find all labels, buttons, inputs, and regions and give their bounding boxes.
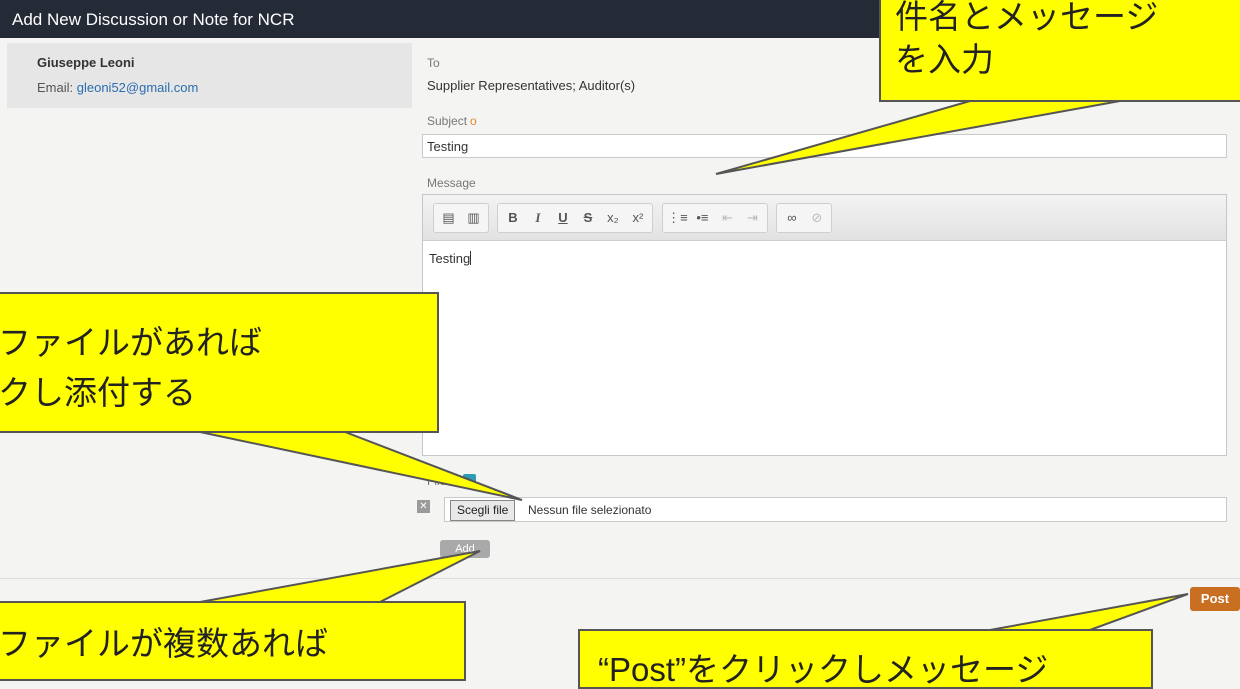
italic-icon[interactable]: I xyxy=(525,204,550,232)
subscript-icon[interactable]: x₂ xyxy=(600,204,625,232)
user-card: Giuseppe Leoni Email: gleoni52@gmail.com xyxy=(7,43,412,108)
bulleted-list-icon[interactable]: •≡ xyxy=(690,204,715,232)
callout-left-middle-line2: クし添付する xyxy=(0,374,196,411)
editor-toolbar: ▤ ▥ B I U Sx₂ x² ⋮≡ •≡ ⇤ ⇥ ∞ ⊘ xyxy=(423,195,1226,241)
required-icon: o xyxy=(470,114,477,128)
footer-divider xyxy=(0,578,1240,579)
subject-input[interactable]: Testing xyxy=(422,134,1227,158)
callout-bottom-middle: “Post”をクリックしメッセージ xyxy=(578,629,1153,689)
callout-left-middle: ファイルがあれば クし添付する xyxy=(0,292,439,433)
user-name: Giuseppe Leoni xyxy=(37,55,135,70)
callout-bottom-middle-line1: “Post”をクリックしメッセージ xyxy=(598,651,1049,688)
files-label: Files xyxy=(427,474,453,488)
callout-top-right-line2: を入力 xyxy=(895,41,994,78)
post-button[interactable]: Post xyxy=(1190,587,1240,611)
toolbar-group-lists: ⋮≡ •≡ ⇤ ⇥ xyxy=(661,203,768,233)
toolbar-group-clipboard: ▤ ▥ xyxy=(433,203,489,233)
to-label: To xyxy=(427,56,440,70)
unlink-icon[interactable]: ⊘ xyxy=(804,204,829,232)
indent-icon[interactable]: ⇥ xyxy=(740,204,765,232)
callout-left-middle-line1: ファイルがあれば xyxy=(0,324,262,361)
callout-top-right: 件名とメッセージ を入力 xyxy=(879,0,1240,102)
superscript-icon[interactable]: x² xyxy=(625,204,650,232)
text-caret xyxy=(470,251,472,265)
no-file-label: Nessun file selezionato xyxy=(528,503,652,517)
email-label: Email: xyxy=(37,80,74,95)
add-file-button[interactable]: Add xyxy=(440,540,490,558)
callout-pointer-bottom-middle xyxy=(989,593,1189,631)
underline-icon[interactable]: U xyxy=(550,204,575,232)
callout-bottom-left-line1: ファイルが複数あれば xyxy=(0,625,328,662)
callout-pointer-bottom-left xyxy=(199,550,481,603)
file-input[interactable]: Scegli file Nessun file selezionato xyxy=(444,497,1227,522)
paste-icon[interactable]: ▤ xyxy=(436,204,461,232)
to-value[interactable]: Supplier Representatives; Auditor(s) xyxy=(427,78,635,93)
subject-label: Subject o xyxy=(427,114,477,128)
user-email-row: Email: gleoni52@gmail.com xyxy=(37,80,412,95)
link-icon[interactable]: ∞ xyxy=(779,204,804,232)
choose-file-button[interactable]: Scegli file xyxy=(450,500,516,521)
file-row: ✕ Scegli file Nessun file selezionato xyxy=(417,497,1232,523)
bold-icon[interactable]: B xyxy=(500,204,525,232)
message-editor[interactable]: ▤ ▥ B I U Sx₂ x² ⋮≡ •≡ ⇤ ⇥ ∞ ⊘ Testing xyxy=(422,194,1227,456)
email-link[interactable]: gleoni52@gmail.com xyxy=(77,80,199,95)
callout-bottom-left: ファイルが複数あれば xyxy=(0,601,466,681)
remove-file-icon[interactable]: ✕ xyxy=(417,500,430,513)
message-body[interactable]: Testing xyxy=(423,241,1226,266)
paste-text-icon[interactable]: ▥ xyxy=(461,204,486,232)
toolbar-group-links: ∞ ⊘ xyxy=(776,203,833,233)
outdent-icon[interactable]: ⇤ xyxy=(715,204,740,232)
window-title: Add New Discussion or Note for NCR xyxy=(12,10,295,29)
message-text: Testing xyxy=(429,251,471,266)
toolbar-group-format: B I U Sx₂ x² xyxy=(497,203,654,233)
strikethrough-icon[interactable]: S xyxy=(575,204,600,232)
subject-label-text: Subject xyxy=(427,114,468,128)
numbered-list-icon[interactable]: ⋮≡ xyxy=(665,204,690,232)
attach-info-icon[interactable] xyxy=(463,474,476,487)
message-label: Message xyxy=(427,176,476,190)
